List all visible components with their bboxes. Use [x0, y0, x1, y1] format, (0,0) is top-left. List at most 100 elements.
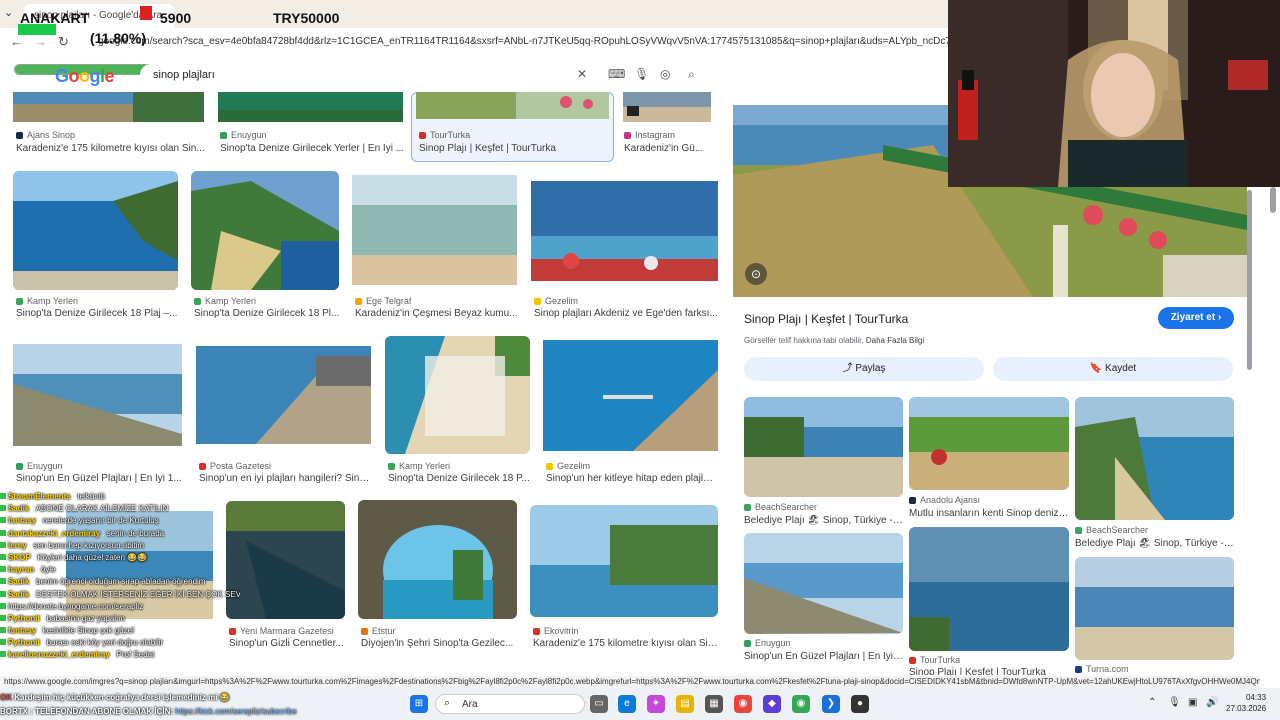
result-image[interactable]: [191, 171, 339, 290]
related-title[interactable]: Sinop'un En Güzel Plajları | En İyi 10 P…: [744, 651, 904, 662]
result-source[interactable]: Kamp Yerleri: [194, 296, 340, 306]
page-scrollbar[interactable]: [1270, 187, 1276, 213]
result-title[interactable]: Sinop Plajı | Keşfet | TourTurka: [419, 143, 609, 154]
result-source[interactable]: Kamp Yerleri: [388, 461, 533, 471]
result-source[interactable]: Instagram: [624, 130, 714, 140]
google-logo[interactable]: Google: [55, 66, 115, 87]
result-title[interactable]: Sinop'ta Denize Girilecek 18 Plaj –...: [16, 308, 186, 319]
related-title[interactable]: Belediye Plajı 🏖 Sinop, Türkiye - detay.…: [744, 515, 904, 526]
result-title[interactable]: Sinop'ta Denize Girilecek Yerler | En İy…: [220, 143, 406, 154]
task-view-icon[interactable]: ▭: [590, 695, 608, 713]
result-image[interactable]: [531, 181, 718, 281]
result-title[interactable]: Sinop'un Gizli Cennetler...: [229, 638, 349, 649]
related-source[interactable]: Anadolu Ajansı: [909, 495, 1069, 505]
result-title[interactable]: Sinop'ta Denize Girilecek 18 P...: [388, 473, 533, 484]
save-button[interactable]: 🔖 Kaydet: [993, 357, 1233, 381]
app-icon[interactable]: ◆: [763, 695, 781, 713]
result-title[interactable]: Sinop'un her kitleye hitap eden plajlar.…: [546, 473, 718, 484]
result-source[interactable]: Ekovitrin: [533, 626, 718, 636]
result-image[interactable]: [623, 92, 711, 122]
vscode-icon[interactable]: ❯: [822, 695, 840, 713]
related-title[interactable]: Mutlu insanların kenti Sinop denizliyle.…: [909, 508, 1069, 519]
result-title[interactable]: Diyojen'in Şehri Sinop'ta Gezilec...: [361, 638, 521, 649]
result-image[interactable]: [543, 340, 718, 451]
search-box[interactable]: [140, 64, 712, 86]
result-source[interactable]: Posta Gazetesi: [199, 461, 371, 471]
result-source[interactable]: Gezelim: [534, 296, 718, 306]
result-source[interactable]: Ajans Sinop: [16, 130, 206, 140]
start-icon[interactable]: ⊞: [410, 695, 428, 713]
related-title[interactable]: Sinop Plajı | Keşfet | TourTurka: [909, 667, 1069, 675]
chrome-active-icon[interactable]: ◉: [792, 695, 810, 713]
clear-icon[interactable]: ✕: [577, 67, 587, 81]
result-image[interactable]: [358, 500, 517, 619]
result-title[interactable]: Karadeniz'in Çeşmesi Beyaz kumu...: [355, 308, 520, 319]
result-image[interactable]: [226, 501, 345, 619]
result-title[interactable]: Karadeniz'in Gü...: [624, 143, 714, 154]
file-explorer-icon[interactable]: ▤: [676, 695, 694, 713]
copilot-icon[interactable]: ✦: [647, 695, 665, 713]
visit-button[interactable]: Ziyaret et ›: [1158, 307, 1234, 329]
network-icon[interactable]: ▣: [1188, 697, 1197, 708]
preview-title[interactable]: Sinop Plajı | Keşfet | TourTurka: [744, 312, 908, 326]
reload-icon[interactable]: ↻: [58, 34, 69, 50]
result-source[interactable]: Ege Telgraf: [355, 296, 520, 306]
result-source[interactable]: TourTurka: [419, 130, 609, 140]
back-icon[interactable]: ←: [10, 34, 23, 49]
microphone-icon[interactable]: 🎙: [634, 67, 649, 81]
result-title[interactable]: Sinop'ta Denize Girilecek 18 Pl...: [194, 308, 340, 319]
result-title[interactable]: Karadeniz'e 175 kilometre kıyısı olan Si…: [533, 638, 718, 649]
related-source[interactable]: BeachSearcher: [744, 502, 904, 512]
related-image[interactable]: [744, 533, 903, 634]
result-image[interactable]: [385, 336, 530, 454]
result-title[interactable]: Sinop'un En Güzel Plajları | En İyi 1...: [16, 473, 186, 484]
result-image[interactable]: [530, 505, 718, 617]
lens-icon[interactable]: ◎: [660, 67, 670, 81]
result-source[interactable]: Enuygun: [16, 461, 186, 471]
result-title[interactable]: Karadeniz'e 175 kilometre kıyısı olan Si…: [16, 143, 206, 154]
subscribe-link[interactable]: https://kick.com/serapliz/subscribe: [175, 707, 296, 716]
related-source[interactable]: TourTurka: [909, 655, 1069, 665]
result-title[interactable]: Sinop plajları Akdeniz ve Ege'den farksı…: [534, 308, 718, 319]
result-image[interactable]: [218, 92, 403, 122]
more-info-link[interactable]: Daha Fazla Bilgi: [866, 336, 924, 345]
search-icon[interactable]: ⌕: [688, 67, 695, 82]
result-source[interactable]: Kamp Yerleri: [16, 296, 186, 306]
clock[interactable]: 04:33 27.03.2026: [1226, 692, 1266, 714]
result-source[interactable]: Enuygun: [220, 130, 406, 140]
obs-icon[interactable]: ●: [851, 695, 869, 713]
result-image[interactable]: [13, 344, 182, 446]
edge-icon[interactable]: e: [618, 695, 636, 713]
related-image[interactable]: [909, 527, 1069, 651]
result-title[interactable]: Sinop'un en iyi plajları hangileri? Sino…: [199, 473, 371, 484]
related-source[interactable]: Enuygun: [744, 638, 904, 648]
related-title[interactable]: Belediye Plajı 🏖 Sinop, Türkiye - detay.…: [1075, 538, 1235, 549]
address-bar[interactable]: google.com/search?sca_esv=4e0bfa84728bf4…: [98, 33, 948, 51]
panel-scrollbar[interactable]: [1247, 190, 1252, 370]
related-image[interactable]: [1075, 397, 1234, 520]
related-image[interactable]: [744, 397, 903, 497]
tab-list-chevron-icon[interactable]: ⌄: [4, 6, 13, 19]
share-button[interactable]: ⤴ Paylaş: [744, 357, 984, 381]
lens-search-icon[interactable]: ⊙: [745, 263, 767, 285]
chrome-icon[interactable]: ◉: [734, 695, 752, 713]
store-icon[interactable]: ▦: [705, 695, 723, 713]
related-image[interactable]: [1075, 557, 1234, 660]
volume-icon[interactable]: 🔊: [1206, 697, 1218, 708]
keyboard-icon[interactable]: ⌨: [608, 67, 625, 81]
tray-chevron-icon[interactable]: ⌃: [1148, 697, 1156, 708]
result-image[interactable]: [13, 171, 178, 290]
related-source[interactable]: BeachSearcher: [1075, 525, 1235, 535]
microphone-tray-icon[interactable]: 🎙: [1168, 697, 1181, 708]
result-image[interactable]: [352, 175, 517, 285]
taskbar-search[interactable]: Ara: [435, 694, 585, 714]
forward-icon[interactable]: →: [34, 34, 47, 49]
result-source[interactable]: Yeni Marmara Gazetesi: [229, 626, 349, 636]
result-image[interactable]: [416, 92, 609, 119]
result-source[interactable]: Gezelim: [546, 461, 718, 471]
related-image[interactable]: [909, 397, 1069, 490]
search-input[interactable]: sinop plajları: [153, 69, 215, 81]
related-source[interactable]: Turna.com: [1075, 664, 1235, 675]
result-source[interactable]: Etstur: [361, 626, 521, 636]
result-image[interactable]: [196, 346, 371, 444]
